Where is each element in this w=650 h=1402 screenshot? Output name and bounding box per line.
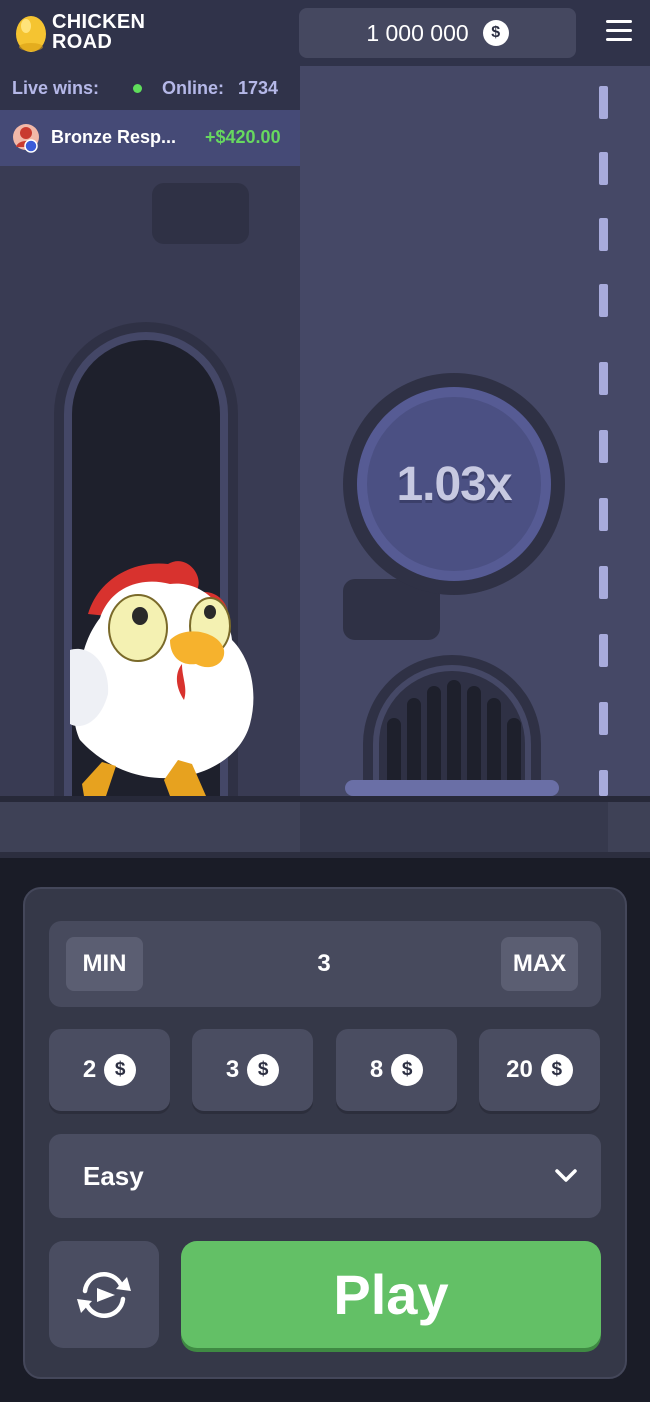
live-wins-label: Live wins: bbox=[12, 78, 100, 98]
balance-display: 1 000 000 $ bbox=[299, 8, 576, 58]
live-wins-bar: Live wins: Online: 1734 bbox=[0, 66, 300, 110]
chicken-road-logo[interactable]: CHICKEN ROAD bbox=[14, 10, 164, 56]
lane-dash bbox=[599, 152, 608, 185]
online-status-dot bbox=[133, 84, 142, 93]
max-bet-button[interactable]: MAX bbox=[501, 937, 578, 991]
quick-bet-amount: 3 bbox=[225, 1056, 240, 1083]
lane-dash bbox=[599, 362, 608, 395]
min-bet-button[interactable]: MIN bbox=[66, 937, 143, 991]
dollar-coin-icon: $ bbox=[247, 1054, 280, 1086]
quick-bet-button[interactable]: 3 $ bbox=[192, 1029, 313, 1111]
online-count: 1734 bbox=[238, 78, 279, 98]
dollar-coin-icon: $ bbox=[540, 1054, 573, 1086]
bet-amount-value[interactable]: 3 bbox=[199, 937, 449, 991]
difficulty-select[interactable]: Easy bbox=[49, 1134, 601, 1218]
quick-bet-button[interactable]: 8 $ bbox=[336, 1029, 457, 1111]
road-strip-shadow bbox=[300, 802, 608, 852]
lane-dash bbox=[599, 430, 608, 463]
auto-refresh-icon bbox=[77, 1271, 131, 1318]
logo-line-1: CHICKEN bbox=[52, 11, 146, 33]
top-bar: CHICKEN ROAD 1 000 000 $ bbox=[0, 0, 650, 66]
lane-dash bbox=[599, 770, 608, 796]
next-multiplier-coin: 1.03x bbox=[343, 373, 565, 595]
lane-dash bbox=[599, 498, 608, 531]
chicken-character-icon bbox=[70, 561, 254, 796]
dollar-coin-icon: $ bbox=[391, 1054, 424, 1086]
dollar-coin-icon: $ bbox=[104, 1054, 137, 1086]
stone-tile bbox=[152, 183, 249, 244]
chevron-down-icon bbox=[555, 1169, 577, 1182]
balance-amount: 1 000 000 bbox=[366, 19, 469, 46]
online-label: Online: bbox=[162, 78, 224, 98]
multiplier-value: 1.03x bbox=[396, 457, 512, 511]
quick-bet-amount: 8 bbox=[369, 1056, 384, 1083]
lane-dash bbox=[599, 702, 608, 735]
lane-dash bbox=[599, 218, 608, 251]
quick-bet-button[interactable]: 20 $ bbox=[479, 1029, 600, 1111]
quick-bet-button[interactable]: 2 $ bbox=[49, 1029, 170, 1111]
lane-dash bbox=[599, 86, 608, 119]
lane-dash bbox=[599, 566, 608, 599]
quick-bet-amount: 20 bbox=[506, 1056, 533, 1083]
dollar-coin-icon: $ bbox=[482, 20, 509, 46]
live-win-entry: Bronze Resp... +$420.00 bbox=[0, 110, 300, 166]
difficulty-value: Easy bbox=[83, 1161, 144, 1191]
lane-dash bbox=[599, 284, 608, 317]
winner-name: Bronze Resp... bbox=[51, 127, 177, 147]
quick-bet-amount: 2 bbox=[82, 1056, 97, 1083]
game-scene: 1.03x bbox=[0, 66, 650, 858]
bet-amount-field[interactable]: MIN 3 MAX bbox=[49, 921, 601, 1007]
hamburger-menu-icon[interactable] bbox=[606, 20, 632, 42]
lane-dash bbox=[599, 634, 608, 667]
play-button[interactable]: Play bbox=[181, 1241, 601, 1348]
logo-line-2: ROAD bbox=[52, 31, 113, 53]
player-avatar-icon bbox=[13, 124, 39, 153]
road-edge bbox=[0, 852, 650, 858]
auto-play-button[interactable] bbox=[49, 1241, 159, 1348]
logo-text: CHICKEN ROAD bbox=[52, 12, 145, 52]
sewer-grate-icon bbox=[345, 655, 559, 796]
golden-egg-icon bbox=[16, 16, 46, 52]
win-amount: +$420.00 bbox=[205, 127, 281, 147]
